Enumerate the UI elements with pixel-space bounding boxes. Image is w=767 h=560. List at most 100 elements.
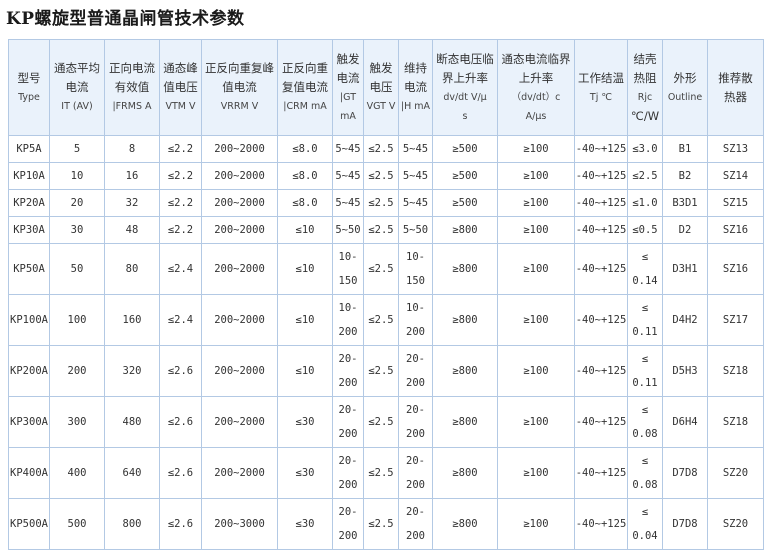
cell-igt: 20- 200 — [332, 396, 364, 448]
header-ih: 维持 电流 |H mA — [398, 39, 433, 136]
cell-ifrms: 32 — [104, 189, 160, 217]
cell-vgt: ≤2.5 — [363, 498, 399, 550]
cell-outline: D2 — [662, 216, 708, 244]
header-line: VTM V — [165, 101, 196, 112]
cell-ih: 20- 200 — [398, 345, 433, 397]
header-line: IT (AV) — [61, 101, 93, 112]
header-vgt: 触发 电压 VGT V — [363, 39, 399, 136]
header-type: 型号 Type — [8, 39, 50, 136]
cell-tj: -40~+125 — [574, 216, 628, 244]
cell-ih: 5~45 — [398, 135, 433, 163]
cell-line: 200 — [406, 326, 425, 338]
cell-ih: 20- 200 — [398, 447, 433, 499]
cell-rjc: ≤2.5 — [627, 162, 663, 190]
cell-line: 200 — [338, 530, 358, 542]
cell-igt: 5~45 — [332, 189, 364, 217]
cell-line: 0.08 — [632, 428, 658, 440]
cell-type: KP5A — [8, 135, 50, 163]
cell-line: ≤ — [641, 455, 649, 467]
cell-it: 20 — [49, 189, 105, 217]
cell-tj: -40~+125 — [574, 135, 628, 163]
cell-line: ≤2.5 — [632, 170, 658, 182]
cell-ifrms: 48 — [104, 216, 160, 244]
cell-it: 300 — [49, 396, 105, 448]
cell-line: 20- — [338, 506, 358, 518]
cell-outline: B3D1 — [662, 189, 708, 217]
cell-it: 100 — [49, 294, 105, 346]
cell-dvdt: ≥800 — [432, 294, 498, 346]
cell-sink: SZ20 — [707, 498, 764, 550]
cell-vtm: ≤2.4 — [159, 294, 202, 346]
cell-vgt: ≤2.5 — [363, 216, 399, 244]
cell-line: 150 — [338, 275, 358, 287]
cell-ih: 5~45 — [398, 189, 433, 217]
cell-sink: SZ13 — [707, 135, 764, 163]
header-line: 上升率 — [518, 70, 554, 85]
table-row: KP20A 20 32 ≤2.2 200~2000 ≤8.0 5~45 ≤2.5 5~45 ≥50… — [8, 189, 764, 217]
header-ifrms: 正向电流 有效值 |FRMS A — [104, 39, 160, 136]
header-line: |H mA — [400, 101, 431, 112]
header-line: 外形 — [673, 70, 697, 85]
cell-line: ≤1.0 — [632, 197, 658, 209]
header-row: 型号 Type 通态平均 电流 IT (AV) 正向电流 有效值 |FRMS A 通态峰 值电压 V… — [8, 39, 764, 136]
cell-ifrms: 800 — [104, 498, 160, 550]
table-row: KP30A 30 48 ≤2.2 200~2000 ≤10 5~50 ≤2.5 5~50 ≥800… — [8, 216, 764, 244]
cell-it: 400 — [49, 447, 105, 499]
cell-irrm: ≤10 — [277, 243, 333, 295]
header-line: 触发 — [336, 51, 360, 66]
cell-it: 10 — [49, 162, 105, 190]
header-line: 电流 — [65, 80, 89, 94]
cell-vrrm: 200~3000 — [201, 498, 278, 550]
header-line: 热器 — [724, 89, 747, 104]
cell-vrrm: 200~2000 — [201, 162, 278, 190]
cell-tj: -40~+125 — [574, 243, 628, 295]
cell-ih: 10- 150 — [398, 243, 433, 295]
header-it-av: 通态平均电流 IT (AV) — [49, 39, 105, 136]
cell-rjc: ≤0.08 — [627, 447, 663, 499]
cell-igt: 20- 200 — [332, 345, 364, 397]
cell-line: 200 — [338, 326, 358, 338]
cell-line: ≤3.0 — [632, 143, 658, 155]
header-line: 断态电压临 — [436, 51, 494, 66]
header-irrm: 正反向重 复值电流 |CRM mA — [277, 39, 333, 136]
cell-line: 20- — [338, 404, 358, 416]
cell-dvdt: ≥500 — [432, 162, 498, 190]
cell-dvdt: ≥500 — [432, 135, 498, 163]
header-line: 值电流 — [222, 80, 257, 94]
cell-sink: SZ18 — [707, 396, 764, 448]
header-line: VRRM V — [220, 101, 259, 112]
header-line: 型号 — [17, 70, 41, 85]
cell-ih: 20- 200 — [398, 498, 433, 550]
cell-vtm: ≤2.2 — [159, 189, 202, 217]
header-igt: 触发 电流 |GT mA — [332, 39, 364, 136]
header-line: 通态平均 — [54, 61, 100, 75]
cell-vtm: ≤2.6 — [159, 396, 202, 448]
cell-line: 10- — [406, 251, 425, 263]
cell-type: KP30A — [8, 216, 50, 244]
cell-tj: -40~+125 — [574, 189, 628, 217]
cell-outline: D6H4 — [662, 396, 708, 448]
cell-vgt: ≤2.5 — [363, 189, 399, 217]
cell-rjc: ≤3.0 — [627, 135, 663, 163]
cell-vtm: ≤2.6 — [159, 498, 202, 550]
cell-type: KP300A — [8, 396, 50, 448]
cell-vtm: ≤2.2 — [159, 135, 202, 163]
cell-rjc: ≤0.11 — [627, 345, 663, 397]
table-row: KP400A 400 640 ≤2.6 200~2000 ≤30 20- 200 ≤2.5 20-… — [8, 447, 764, 499]
cell-vtm: ≤2.2 — [159, 162, 202, 190]
header-line: 推荐散 — [718, 70, 753, 85]
cell-line: 5~45 — [402, 197, 429, 209]
table-row: KP500A 500 800 ≤2.6 200~3000 ≤30 20- 200 ≤2.5 20-… — [8, 498, 764, 550]
cell-ifrms: 16 — [104, 162, 160, 190]
cell-ih: 5~45 — [398, 162, 433, 190]
cell-line: ≤ — [641, 251, 649, 263]
cell-line: 200 — [406, 530, 425, 542]
cell-sink: SZ14 — [707, 162, 764, 190]
table-body: KP5A 5 8 ≤2.2 200~2000 ≤8.0 5~45 ≤2.5 5~45 ≥500 ≥1… — [8, 135, 764, 550]
cell-didt: ≥100 — [497, 498, 575, 550]
cell-didt: ≥100 — [497, 162, 575, 190]
header-didt: 通态电流临界 上升率 （dv/dt）c A/μs — [497, 39, 575, 136]
cell-ifrms: 80 — [104, 243, 160, 295]
cell-tj: -40~+125 — [574, 162, 628, 190]
cell-dvdt: ≥500 — [432, 189, 498, 217]
